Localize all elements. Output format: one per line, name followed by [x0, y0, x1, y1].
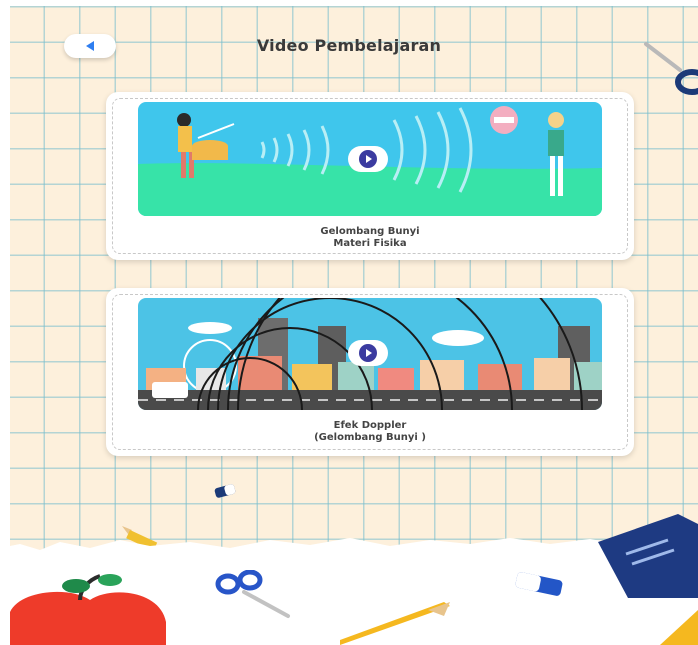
scissors-icon — [644, 42, 698, 95]
ruler-icon — [660, 610, 698, 645]
video-title-line2: Materi Fisika — [333, 238, 407, 249]
video-title: Efek Doppler (Gelombang Bunyi ) — [106, 420, 634, 444]
page-title: Video Pembelajaran — [256, 36, 442, 55]
video-title: Gelombang Bunyi Materi Fisika — [106, 226, 634, 250]
play-button[interactable] — [348, 146, 388, 172]
eraser-icon — [214, 484, 236, 498]
top-border — [0, 0, 698, 6]
scissors-icon — [215, 570, 290, 618]
notebook-icon — [598, 514, 698, 598]
video-card-efek-doppler[interactable]: Efek Doppler (Gelombang Bunyi ) — [106, 288, 634, 456]
video-title-line2: (Gelombang Bunyi ) — [314, 432, 426, 443]
play-icon — [359, 150, 377, 168]
video-title-line1: Gelombang Bunyi — [320, 226, 420, 237]
video-thumbnail[interactable] — [138, 102, 602, 216]
video-card-gelombang-bunyi[interactable]: Gelombang Bunyi Materi Fisika — [106, 92, 634, 260]
eraser-icon — [515, 572, 563, 596]
video-title-line1: Efek Doppler — [333, 420, 407, 431]
play-icon — [359, 344, 377, 362]
apple-icon — [10, 574, 166, 645]
play-button[interactable] — [348, 340, 388, 366]
pencil-icon — [340, 602, 450, 645]
video-thumbnail[interactable] — [138, 298, 602, 410]
